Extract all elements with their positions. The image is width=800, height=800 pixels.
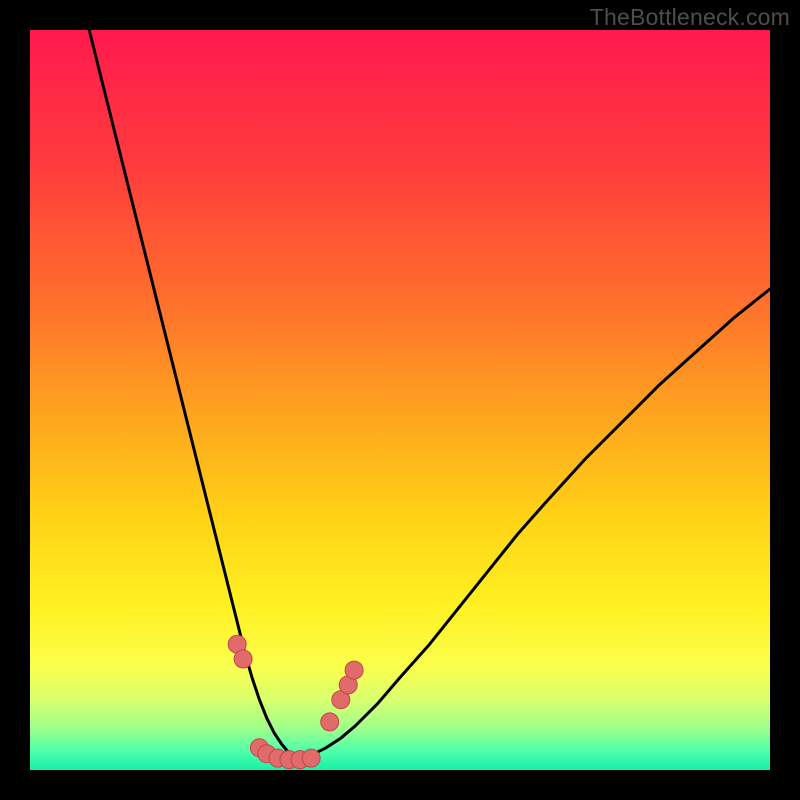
marker-point <box>321 713 339 731</box>
watermark-label: TheBottleneck.com <box>590 4 790 31</box>
chart-frame: TheBottleneck.com <box>0 0 800 800</box>
plot-area <box>30 30 770 770</box>
marker-point <box>234 650 252 668</box>
plot-svg <box>30 30 770 770</box>
marker-point <box>302 749 320 767</box>
gradient-background <box>30 30 770 770</box>
marker-point <box>345 661 363 679</box>
